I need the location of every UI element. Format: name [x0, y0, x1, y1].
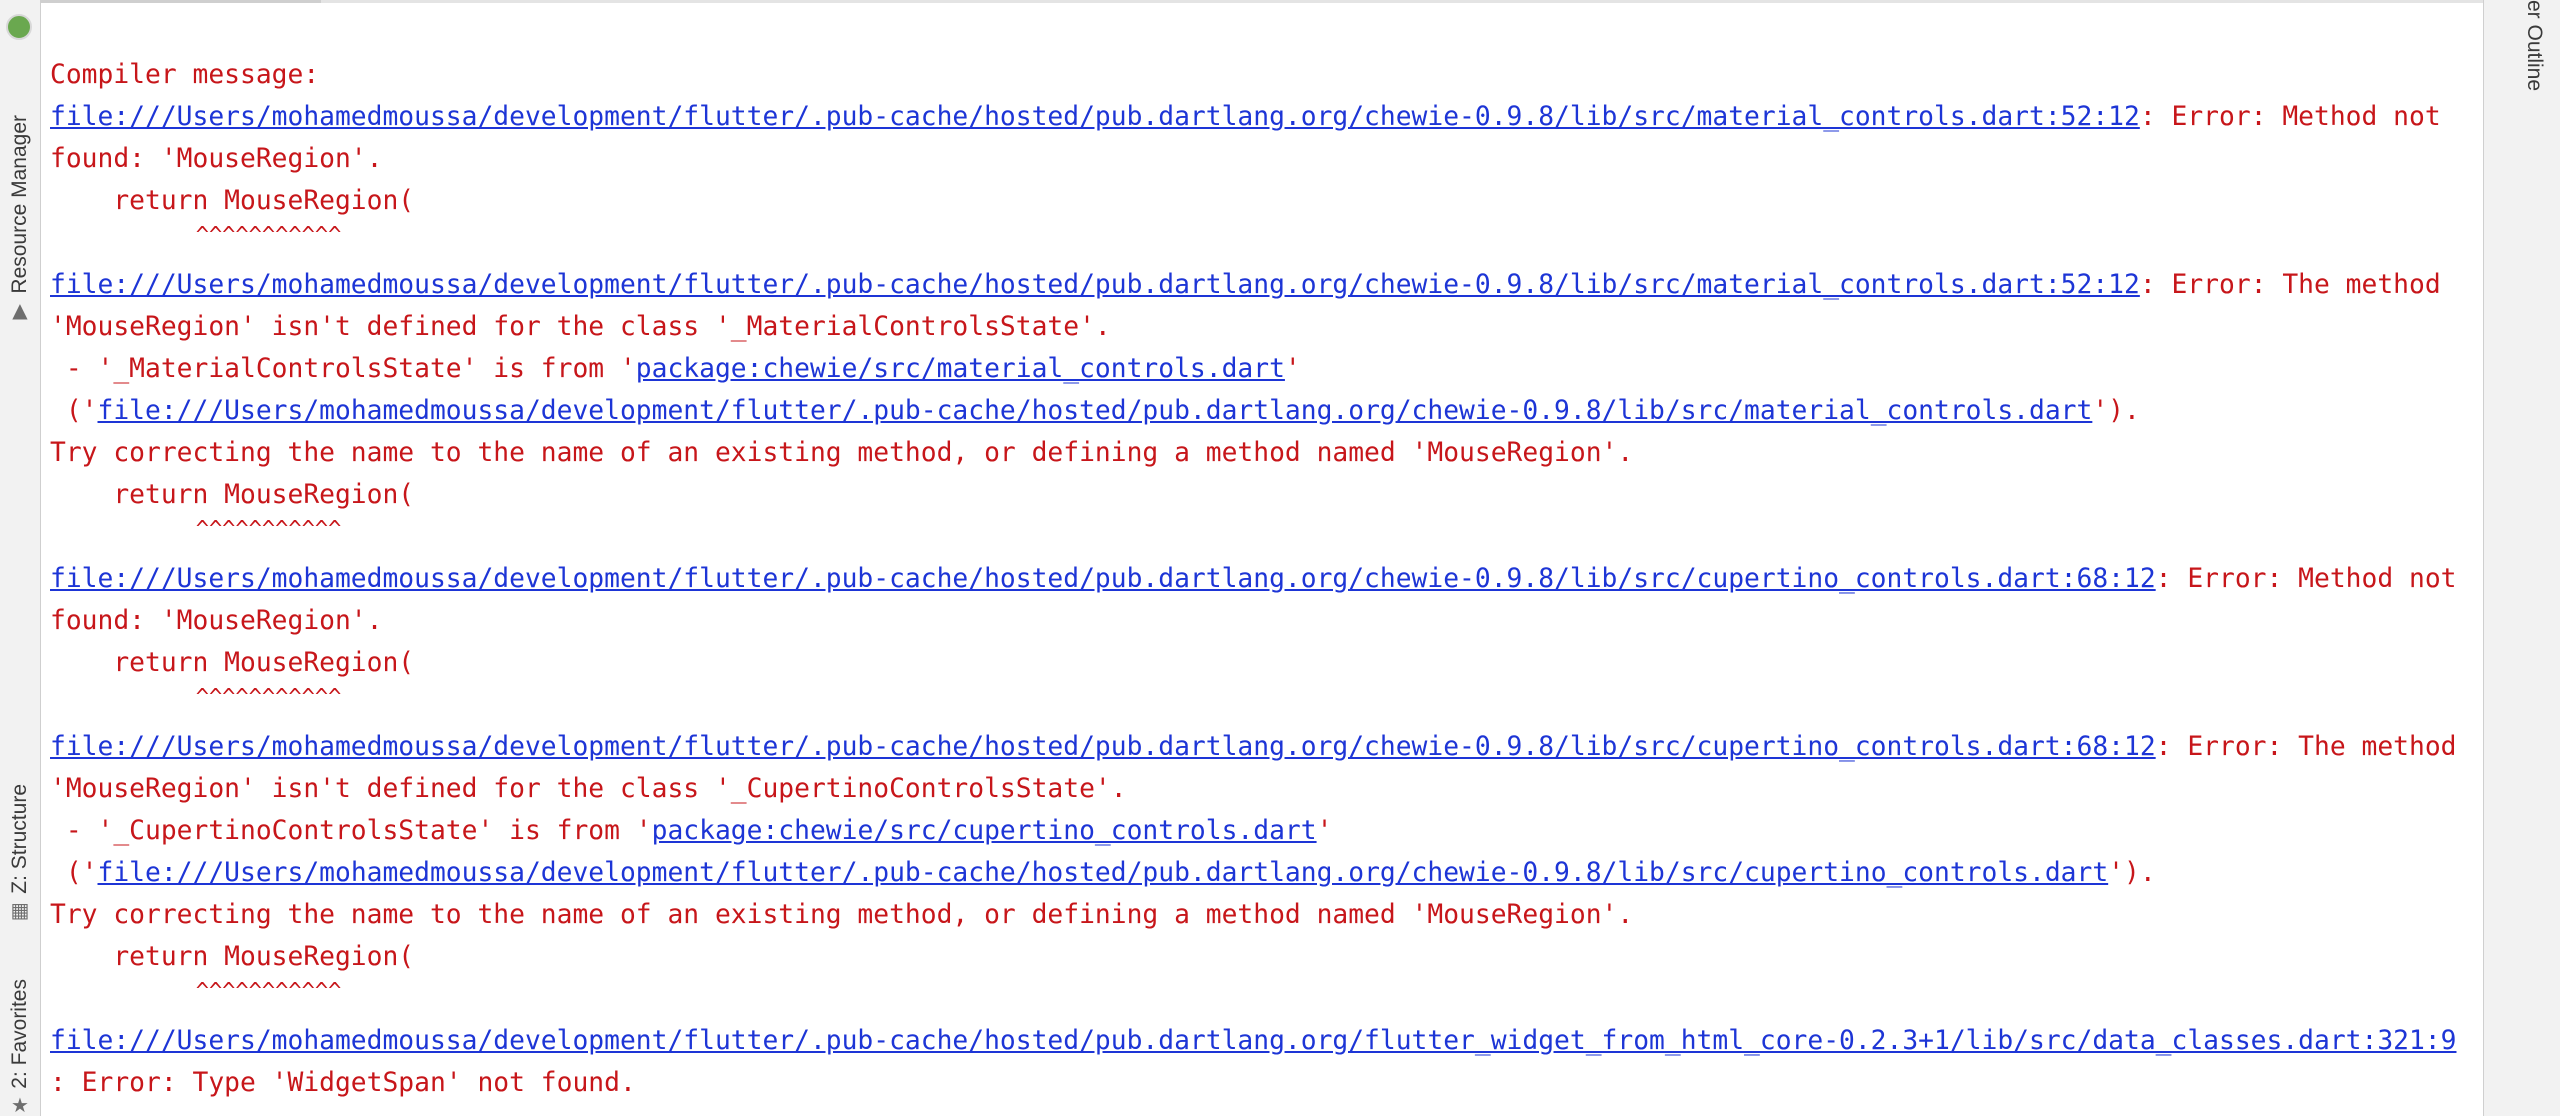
- tab-flutter-outline[interactable]: er Outline: [2522, 0, 2546, 91]
- console-text: 'MouseRegion' isn't defined for the clas…: [50, 312, 1111, 342]
- console-text: : Error: Method not: [2155, 564, 2457, 594]
- console-line: found: 'MouseRegion'.: [50, 600, 2480, 642]
- console-line: : Error: Type 'WidgetSpan' not found.: [50, 1062, 2480, 1104]
- console-text: : Error: Method not: [2139, 102, 2441, 132]
- left-tool-strip: Resource Manager ▲ Z: Structure ▦ 2: Fav…: [0, 0, 41, 1116]
- console-line: return MouseRegion(: [50, 474, 2480, 516]
- console-text: ': [1284, 354, 1301, 384]
- resource-manager-icon: ▲: [12, 298, 28, 322]
- console-line: Try correcting the name to the name of a…: [50, 894, 2480, 936]
- console-text: ^^^^^^^^^^^: [50, 979, 342, 1004]
- console-text: Try correcting the name to the name of a…: [50, 438, 1634, 468]
- console-text: : Error: The method: [2155, 732, 2457, 762]
- tab-label: Resource Manager: [8, 115, 31, 294]
- console-line: file:///Users/mohamedmoussa/development/…: [50, 558, 2480, 600]
- tab-label: 2: Favorites: [8, 979, 31, 1089]
- console-text: ').: [2092, 396, 2140, 426]
- console-text: : Error: Type 'WidgetSpan' not found.: [50, 1068, 636, 1098]
- console-line: return MouseRegion(: [50, 180, 2480, 222]
- console-line: file:///Users/mohamedmoussa/development/…: [50, 1020, 2480, 1062]
- console-text: ^^^^^^^^^^^: [50, 685, 342, 710]
- caret-marker-line: ^^^^^^^^^^^: [50, 516, 2480, 558]
- file-link[interactable]: file:///Users/mohamedmoussa/development/…: [50, 102, 2140, 132]
- right-tool-strip: er Outline: [2483, 0, 2560, 1116]
- console-line: ('file:///Users/mohamedmoussa/developmen…: [50, 390, 2480, 432]
- console-line: return MouseRegion(: [50, 936, 2480, 978]
- top-border: [41, 0, 2484, 3]
- file-link[interactable]: file:///Users/mohamedmoussa/development/…: [50, 564, 2156, 594]
- file-link[interactable]: file:///Users/mohamedmoussa/development/…: [50, 1026, 2456, 1056]
- caret-marker-line: ^^^^^^^^^^^: [50, 684, 2480, 726]
- file-link[interactable]: file:///Users/mohamedmoussa/development/…: [98, 858, 2109, 888]
- console-line: ('file:///Users/mohamedmoussa/developmen…: [50, 852, 2480, 894]
- console-line: 'MouseRegion' isn't defined for the clas…: [50, 306, 2480, 348]
- console-text: return MouseRegion(: [50, 942, 415, 972]
- console-line: return MouseRegion(: [50, 642, 2480, 684]
- console-line: Try correcting the name to the name of a…: [50, 432, 2480, 474]
- console-line: found: 'MouseRegion'.: [50, 138, 2480, 180]
- console-output: Compiler message: file:///Users/mohamedmo…: [50, 54, 2480, 1104]
- file-link[interactable]: package:chewie/src/material_controls.dar…: [636, 354, 1285, 384]
- console-text: 'MouseRegion' isn't defined for the clas…: [50, 774, 1127, 804]
- console-line: 'MouseRegion' isn't defined for the clas…: [50, 768, 2480, 810]
- file-link[interactable]: file:///Users/mohamedmoussa/development/…: [50, 732, 2156, 762]
- console-line: file:///Users/mohamedmoussa/development/…: [50, 96, 2480, 138]
- console-text: ^^^^^^^^^^^: [50, 517, 342, 542]
- console-line: file:///Users/mohamedmoussa/development/…: [50, 264, 2480, 306]
- caret-marker-line: ^^^^^^^^^^^: [50, 222, 2480, 264]
- console-text: ').: [2108, 858, 2156, 888]
- tab-label: Z: Structure: [8, 784, 31, 894]
- caret-marker-line: ^^^^^^^^^^^: [50, 978, 2480, 1020]
- console-text: ^^^^^^^^^^^: [50, 223, 342, 248]
- structure-icon: ▦: [10, 898, 30, 922]
- console-text: Try correcting the name to the name of a…: [50, 900, 1634, 930]
- android-icon[interactable]: [6, 14, 32, 40]
- console-line: - '_CupertinoControlsState' is from 'pac…: [50, 810, 2480, 852]
- file-link[interactable]: file:///Users/mohamedmoussa/development/…: [98, 396, 2093, 426]
- console-text: return MouseRegion(: [50, 480, 415, 510]
- console-text: ': [1316, 816, 1333, 846]
- console-line: file:///Users/mohamedmoussa/development/…: [50, 726, 2480, 768]
- star-icon: ★: [11, 1093, 29, 1117]
- console-text: return MouseRegion(: [50, 648, 415, 678]
- top-tab-indicator: [41, 0, 321, 3]
- tab-favorites[interactable]: 2: Favorites ★: [0, 950, 40, 1115]
- console-line: Compiler message:: [50, 54, 2480, 96]
- console-text: Compiler message:: [50, 60, 320, 90]
- tab-structure[interactable]: Z: Structure ▦: [0, 750, 40, 920]
- console-line: - '_MaterialControlsState' is from 'pack…: [50, 348, 2480, 390]
- console-text: return MouseRegion(: [50, 186, 415, 216]
- console-text: (': [50, 396, 98, 426]
- console-text: found: 'MouseRegion'.: [50, 606, 383, 636]
- file-link[interactable]: file:///Users/mohamedmoussa/development/…: [50, 270, 2140, 300]
- console-text: - '_MaterialControlsState' is from ': [50, 354, 636, 384]
- console-text: found: 'MouseRegion'.: [50, 144, 383, 174]
- console-text: : Error: The method: [2139, 270, 2441, 300]
- file-link[interactable]: package:chewie/src/cupertino_controls.da…: [652, 816, 1317, 846]
- console-text: - '_CupertinoControlsState' is from ': [50, 816, 652, 846]
- tab-resource-manager[interactable]: Resource Manager ▲: [0, 80, 40, 320]
- console-text: (': [50, 858, 98, 888]
